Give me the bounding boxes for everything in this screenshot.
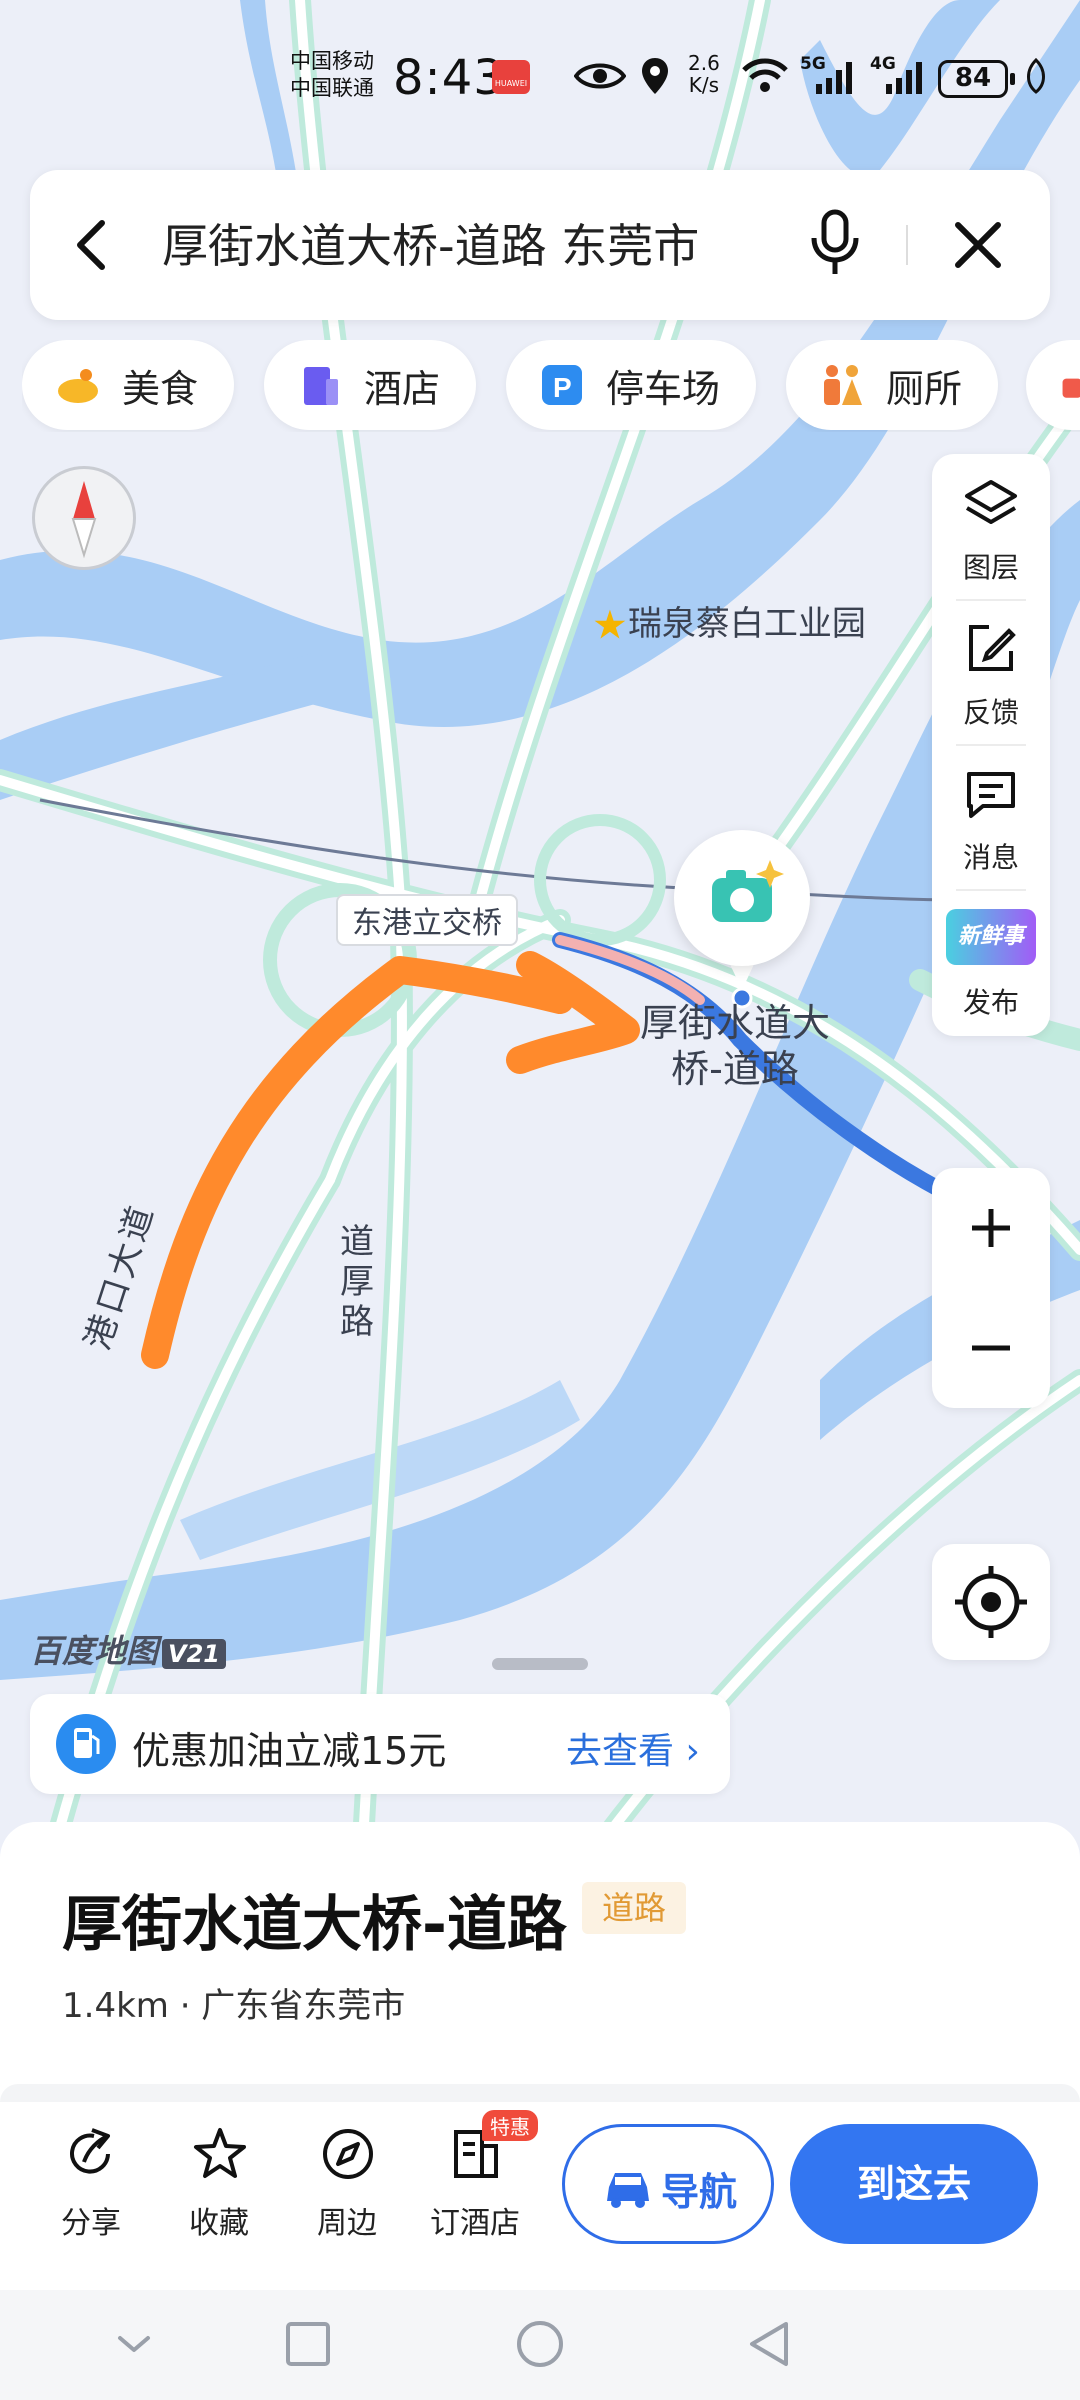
microphone-icon[interactable] [810,208,860,280]
recent-apps-icon[interactable] [284,2320,332,2368]
star-icon: ★ [592,602,628,649]
search-divider [906,225,908,265]
signal-5g-icon [816,62,852,94]
layers-icon [965,480,1017,524]
star-outline-icon [194,2128,246,2178]
chip-more-partial[interactable] [1026,340,1080,430]
go-here-button[interactable]: 到这去 [790,2124,1038,2244]
minus-icon [972,1345,1010,1351]
chip-hotel[interactable]: 酒店 [264,340,477,430]
locate-me-button[interactable] [932,1544,1050,1660]
message-icon [967,772,1015,818]
toilet-icon [824,365,862,405]
place-type-badge: 道路 [582,1882,687,1934]
plus-icon [972,1209,1010,1247]
close-icon[interactable] [948,215,1008,275]
status-bar: 中国移动 中国联通 8:43 HUAWEI 2.6 K/s 5G 4G 84 [0,40,1080,120]
book-hotel-button[interactable]: 特惠 订酒店 [420,2110,538,2241]
fuel-promo-banner[interactable]: 优惠加油立减15元 去查看 › [30,1694,730,1794]
clock: 8:43 [393,50,505,106]
sheet-drag-handle[interactable] [492,1658,588,1670]
back-arrow-icon[interactable] [70,215,110,275]
interchange-label[interactable]: 东港立交桥 [336,894,518,946]
compass-button[interactable] [32,466,136,570]
hotel-icon [304,367,338,405]
chevron-right-icon: › [674,1731,700,1772]
promo-link[interactable]: 去查看 › [566,1722,700,1774]
food-icon [58,369,98,403]
zoom-in-button[interactable] [932,1168,1050,1288]
collapse-nav-icon[interactable] [110,2320,158,2368]
shopping-icon [1062,378,1080,398]
search-bar[interactable]: 厚街水道大桥-道路 东莞市 [30,170,1050,320]
promo-text: 优惠加油立减15元 [132,1729,447,1773]
carrier-labels: 中国移动 中国联通 [290,49,374,100]
share-icon [70,2128,110,2174]
camera-report-pin[interactable] [674,830,810,966]
chip-food[interactable]: 美食 [22,340,235,430]
eye-icon [574,63,626,89]
system-navigation-bar [0,2290,1080,2400]
edit-icon [969,625,1016,671]
fuel-pump-icon [56,1714,116,1774]
car-icon [607,2173,649,2208]
home-icon[interactable] [516,2320,564,2368]
chip-parking[interactable]: P 停车场 [506,340,757,430]
feedback-button[interactable]: 反馈 [932,599,1050,744]
battery-indicator: 84 [938,60,1015,98]
river-left [0,650,330,800]
compass-icon [71,481,97,559]
messages-button[interactable]: 消息 [932,744,1050,889]
svg-text:P: P [553,372,572,403]
road-label-daohou: 道厚路 [340,1222,374,1342]
navigate-button[interactable]: 导航 [562,2124,774,2244]
sheet-divider [0,2084,1080,2102]
leaf-icon [1027,57,1045,94]
category-chips: 美食 酒店 P 停车场 厕所 [22,340,1080,432]
nearby-button[interactable]: 周边 [292,2120,402,2241]
back-nav-icon[interactable] [746,2320,794,2368]
layers-button[interactable]: 图层 [932,454,1050,599]
camera-icon [712,860,784,922]
poi-park[interactable]: ★瑞泉蔡白工业园 [592,596,866,649]
huawei-app-icon: HUAWEI [492,60,530,94]
crosshair-icon [955,1566,1027,1638]
favorite-button[interactable]: 收藏 [164,2120,274,2241]
publish-button[interactable]: 新鲜事 发布 [932,889,1050,1034]
special-offer-badge: 特惠 [482,2110,538,2141]
search-query[interactable]: 厚街水道大桥-道路 东莞市 [162,210,699,276]
network-speed: 2.6 K/s [688,51,720,97]
map-tools-panel: 图层 反馈 消息 新鲜事 发布 [932,454,1050,1036]
chip-toilet[interactable]: 厕所 [786,340,999,430]
map-watermark: 百度地图 V21 [30,1626,226,1672]
place-distance-address: 1.4km · 广东省东莞市 [62,1986,406,2026]
location-icon [642,58,668,94]
selected-road-label[interactable]: 厚街水道大 桥-道路 [640,1000,830,1092]
compass-outline-icon [323,2129,373,2179]
zoom-out-button[interactable] [932,1288,1050,1408]
signal-4g-icon [886,62,922,94]
parking-icon: P [542,365,582,405]
publish-badge-icon: 新鲜事 [946,909,1036,965]
share-button[interactable]: 分享 [36,2120,146,2241]
wifi-icon [742,58,788,92]
place-title: 厚街水道大桥-道路 [62,1890,567,1960]
zoom-controls [932,1168,1050,1408]
